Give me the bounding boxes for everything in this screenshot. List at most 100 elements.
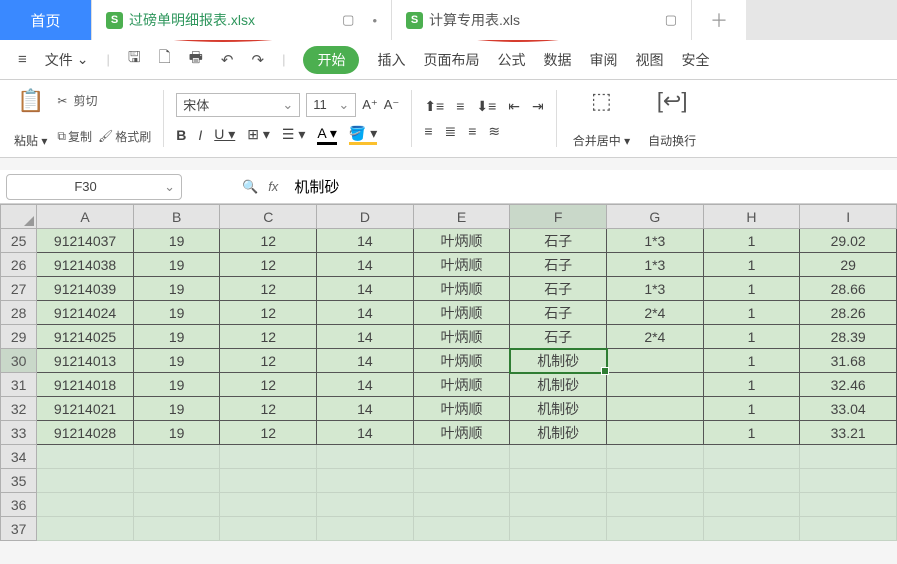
cell[interactable]: 1 <box>703 421 800 445</box>
col-header[interactable]: I <box>800 205 897 229</box>
cell[interactable]: 石子 <box>510 229 607 253</box>
cell[interactable] <box>317 517 414 541</box>
row-header[interactable]: 32 <box>1 397 37 421</box>
cell[interactable]: 12 <box>220 277 317 301</box>
cell[interactable] <box>133 469 220 493</box>
hamburger-icon[interactable]: ≡ <box>18 51 27 68</box>
cell[interactable] <box>607 445 704 469</box>
wrap-text-button[interactable]: [↩] 自动换行 <box>644 86 700 151</box>
cell[interactable]: 叶炳顺 <box>413 301 510 325</box>
cell[interactable]: 12 <box>220 325 317 349</box>
cell[interactable]: 1 <box>703 373 800 397</box>
row-header[interactable]: 36 <box>1 493 37 517</box>
cell[interactable] <box>133 445 220 469</box>
cell[interactable] <box>510 517 607 541</box>
window-icon[interactable]: ▢ <box>665 12 677 28</box>
col-header[interactable]: B <box>133 205 220 229</box>
align-center-button[interactable]: ≣ <box>444 123 456 140</box>
cell[interactable]: 91214021 <box>37 397 134 421</box>
cell[interactable] <box>220 517 317 541</box>
cell[interactable]: 12 <box>220 253 317 277</box>
bold-button[interactable]: B <box>176 127 186 143</box>
cell[interactable]: 14 <box>317 421 414 445</box>
border-button[interactable]: ⊞ ▾ <box>247 126 270 143</box>
cell[interactable] <box>37 493 134 517</box>
cell[interactable] <box>413 493 510 517</box>
cell[interactable]: 2*4 <box>607 325 704 349</box>
font-name-select[interactable]: 宋体 ⌄ <box>176 93 300 117</box>
cell[interactable]: 1 <box>703 301 800 325</box>
worksheet-grid[interactable]: A B C D E F G H I 2591214037191214叶炳顺石子1… <box>0 204 897 541</box>
cell[interactable]: 石子 <box>510 253 607 277</box>
cell[interactable]: 19 <box>133 277 220 301</box>
cell[interactable]: 叶炳顺 <box>413 277 510 301</box>
align-top-button[interactable]: ⬆≡ <box>424 98 444 115</box>
cell[interactable]: 31.68 <box>800 349 897 373</box>
cell[interactable]: 19 <box>133 325 220 349</box>
print-preview-icon[interactable]: 🗋 <box>159 47 171 72</box>
cell[interactable] <box>37 469 134 493</box>
cell[interactable]: 91214039 <box>37 277 134 301</box>
cell[interactable] <box>37 517 134 541</box>
copy-button[interactable]: ⧉ 复制 <box>57 128 92 145</box>
search-icon[interactable]: 🔍 <box>242 179 258 195</box>
align-bottom-button[interactable]: ⬇≡ <box>476 98 496 115</box>
indent-dec-button[interactable]: ⇤ <box>508 98 520 115</box>
tab-add[interactable]: ＋ <box>692 0 746 40</box>
cell[interactable]: 1 <box>703 349 800 373</box>
tab-file-2[interactable]: S 计算专用表.xls ▢ <box>392 0 692 40</box>
cell[interactable] <box>317 445 414 469</box>
underline-button[interactable]: U ▾ <box>214 126 235 143</box>
cell[interactable] <box>413 517 510 541</box>
cell[interactable]: 33.21 <box>800 421 897 445</box>
name-box[interactable]: F30 ⌄ <box>6 174 182 200</box>
cell[interactable]: 14 <box>317 229 414 253</box>
fx-icon[interactable]: fx <box>268 179 278 194</box>
col-header[interactable]: H <box>703 205 800 229</box>
cell[interactable]: 机制砂 <box>510 421 607 445</box>
cell[interactable]: 33.04 <box>800 397 897 421</box>
menu-tab-layout[interactable]: 页面布局 <box>423 50 479 70</box>
col-header[interactable]: D <box>317 205 414 229</box>
cell[interactable]: 12 <box>220 397 317 421</box>
italic-button[interactable]: I <box>198 127 202 143</box>
cell[interactable]: 29.02 <box>800 229 897 253</box>
menu-tab-formula[interactable]: 公式 <box>497 50 525 70</box>
cell[interactable]: 19 <box>133 397 220 421</box>
format-painter-button[interactable]: 🖌 格式刷 <box>98 128 151 145</box>
cell[interactable]: 91214024 <box>37 301 134 325</box>
undo-icon[interactable]: ↶ <box>221 51 234 69</box>
redo-icon[interactable]: ↷ <box>251 51 264 69</box>
row-header[interactable]: 29 <box>1 325 37 349</box>
cell[interactable] <box>220 469 317 493</box>
cell[interactable]: 12 <box>220 229 317 253</box>
paste-button[interactable]: 📋 粘贴 ▾ <box>10 86 51 151</box>
cell[interactable] <box>703 517 800 541</box>
cell[interactable]: 1*3 <box>607 277 704 301</box>
menu-tab-security[interactable]: 安全 <box>681 50 709 70</box>
cell[interactable]: 14 <box>317 397 414 421</box>
formula-input[interactable] <box>288 178 891 195</box>
increase-font-button[interactable]: A⁺ <box>362 97 378 113</box>
cell[interactable]: 91214013 <box>37 349 134 373</box>
cell[interactable]: 叶炳顺 <box>413 229 510 253</box>
row-header[interactable]: 35 <box>1 469 37 493</box>
cell[interactable]: 叶炳顺 <box>413 325 510 349</box>
cell[interactable]: 19 <box>133 253 220 277</box>
cell[interactable]: 1 <box>703 229 800 253</box>
fill-color-button[interactable]: 🪣 ▾ <box>349 125 377 145</box>
cell[interactable] <box>607 373 704 397</box>
align-middle-button[interactable]: ≡ <box>456 98 464 115</box>
cell[interactable]: 叶炳顺 <box>413 349 510 373</box>
cell[interactable]: 91214018 <box>37 373 134 397</box>
cell[interactable]: 32.46 <box>800 373 897 397</box>
cell[interactable]: 叶炳顺 <box>413 397 510 421</box>
cell[interactable] <box>703 493 800 517</box>
cell[interactable] <box>607 469 704 493</box>
window-icon[interactable]: ▢ <box>342 12 354 28</box>
cell[interactable]: 19 <box>133 421 220 445</box>
cell[interactable] <box>607 493 704 517</box>
cell[interactable] <box>510 445 607 469</box>
cell[interactable]: 91214037 <box>37 229 134 253</box>
menu-tab-insert[interactable]: 插入 <box>377 50 405 70</box>
